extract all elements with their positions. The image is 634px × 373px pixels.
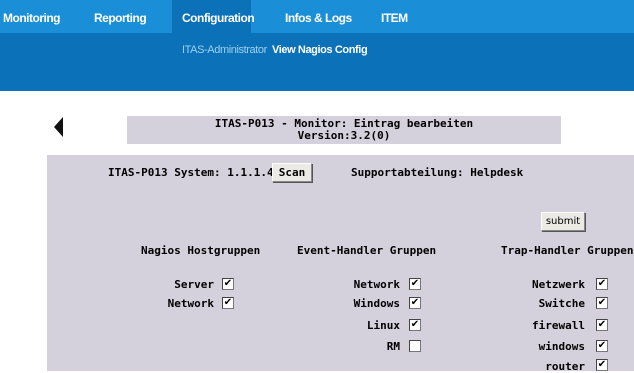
event-network-checkbox[interactable]: ✔ [409,278,421,290]
trap-router-label: router [545,360,585,373]
scan-button[interactable]: Scan [272,163,312,182]
nav-monitoring[interactable]: Monitoring [3,11,60,25]
subnav-view-nagios-config[interactable]: View Nagios Config [272,44,368,56]
event-rm-label: RM [386,340,400,353]
trap-router-checkbox[interactable]: ✔ [596,359,608,371]
trap-windows-label: windows [538,340,585,353]
nav-item[interactable]: ITEM [381,11,408,25]
sub-nav-bar [0,33,634,91]
submit-button[interactable]: submit [541,212,585,231]
trap-netzwerk-checkbox[interactable]: ✔ [596,278,608,290]
nav-infos-logs[interactable]: Infos & Logs [285,11,352,25]
nagios-network-checkbox[interactable]: ✔ [222,297,234,309]
event-windows-checkbox[interactable]: ✔ [409,297,421,309]
event-handler-groups-title: Event-Handler Gruppen [297,244,437,257]
nagios-hostgroups-title: Nagios Hostgruppen [141,244,261,257]
system-label: ITAS-P013 System: 1.1.1.4 [108,166,274,179]
support-label: Supportabteilung: Helpdesk [351,166,524,179]
version-label: Version:3.2(0) [297,129,391,142]
event-windows-label: Windows [353,297,400,310]
event-linux-checkbox[interactable]: ✔ [409,319,421,331]
trap-firewall-label: firewall [532,319,585,332]
nav-reporting[interactable]: Reporting [94,11,147,25]
edit-panel [47,155,634,371]
trap-switche-label: Switche [538,297,585,310]
trap-handler-groups-title: Trap-Handler Gruppen [501,244,634,257]
nagios-server-checkbox[interactable]: ✔ [222,278,234,290]
page-title-box: ITAS-P013 - Monitor: Eintrag bearbeiten … [127,116,561,144]
subnav-itas-administrator[interactable]: ITAS-Administrator [182,44,267,56]
trap-netzwerk-label: Netzwerk [532,278,585,291]
event-network-label: Network [353,278,400,291]
trap-windows-checkbox[interactable]: ✔ [596,340,608,352]
event-linux-label: Linux [366,319,400,332]
nav-configuration[interactable]: Configuration [182,11,255,25]
trap-firewall-checkbox[interactable]: ✔ [596,319,608,331]
trap-switche-checkbox[interactable]: ✔ [596,297,608,309]
nagios-server-label: Server [174,278,214,291]
back-arrow-icon[interactable] [54,117,63,137]
nagios-network-label: Network [167,297,214,310]
event-rm-checkbox[interactable] [409,340,421,352]
